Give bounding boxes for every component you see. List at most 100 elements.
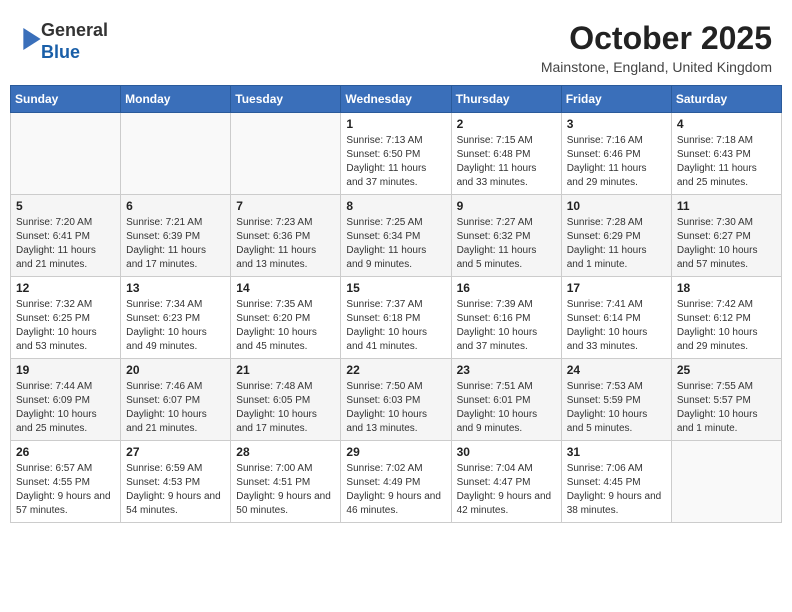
day-number: 24 bbox=[567, 363, 666, 377]
title-area: October 2025 Mainstone, England, United … bbox=[541, 20, 772, 75]
day-info: Sunrise: 6:57 AMSunset: 4:55 PMDaylight:… bbox=[16, 462, 115, 518]
day-info: Sunrise: 7:44 AMSunset: 6:09 PMDaylight:… bbox=[16, 380, 115, 436]
calendar-cell: 8Sunrise: 7:25 AMSunset: 6:34 PMDaylight… bbox=[341, 195, 451, 277]
day-number: 17 bbox=[567, 281, 666, 295]
day-number: 26 bbox=[16, 445, 115, 459]
week-row-3: 12Sunrise: 7:32 AMSunset: 6:25 PMDayligh… bbox=[11, 277, 782, 359]
day-info: Sunrise: 7:00 AMSunset: 4:51 PMDaylight:… bbox=[236, 462, 335, 518]
day-info: Sunrise: 7:50 AMSunset: 6:03 PMDaylight:… bbox=[346, 380, 445, 436]
day-info: Sunrise: 7:34 AMSunset: 6:23 PMDaylight:… bbox=[126, 298, 225, 354]
logo: General Blue bbox=[20, 20, 108, 63]
weekday-header-wednesday: Wednesday bbox=[341, 86, 451, 113]
calendar-cell: 12Sunrise: 7:32 AMSunset: 6:25 PMDayligh… bbox=[11, 277, 121, 359]
calendar-cell: 13 Sunrise: 7:34 AMSunset: 6:23 PMDayligh… bbox=[121, 277, 231, 359]
day-info: Sunrise: 7:16 AMSunset: 6:46 PMDaylight:… bbox=[567, 134, 666, 190]
calendar-cell: 16 Sunrise: 7:39 AMSunset: 6:16 PMDayligh… bbox=[451, 277, 561, 359]
week-row-1: 1Sunrise: 7:13 AMSunset: 6:50 PMDaylight… bbox=[11, 113, 782, 195]
calendar-cell: 26 Sunrise: 6:57 AMSunset: 4:55 PMDayligh… bbox=[11, 441, 121, 523]
weekday-header-monday: Monday bbox=[121, 86, 231, 113]
month-title: October 2025 bbox=[541, 20, 772, 57]
calendar-cell: 28Sunrise: 7:00 AMSunset: 4:51 PMDayligh… bbox=[231, 441, 341, 523]
weekday-header-thursday: Thursday bbox=[451, 86, 561, 113]
day-info: Sunrise: 7:39 AMSunset: 6:16 PMDaylight:… bbox=[457, 298, 556, 354]
day-number: 11 bbox=[677, 199, 776, 213]
day-number: 15 bbox=[346, 281, 445, 295]
location: Mainstone, England, United Kingdom bbox=[541, 59, 772, 75]
calendar-cell: 19 Sunrise: 7:44 AMSunset: 6:09 PMDayligh… bbox=[11, 359, 121, 441]
day-number: 16 bbox=[457, 281, 556, 295]
day-number: 3 bbox=[567, 117, 666, 131]
calendar-cell: 6 Sunrise: 7:21 AMSunset: 6:39 PMDaylight… bbox=[121, 195, 231, 277]
calendar-cell: 3 Sunrise: 7:16 AMSunset: 6:46 PMDaylight… bbox=[561, 113, 671, 195]
calendar-cell: 5Sunrise: 7:20 AMSunset: 6:41 PMDaylight… bbox=[11, 195, 121, 277]
day-info: Sunrise: 7:21 AMSunset: 6:39 PMDaylight:… bbox=[126, 216, 225, 272]
weekday-header-row: SundayMondayTuesdayWednesdayThursdayFrid… bbox=[11, 86, 782, 113]
weekday-header-friday: Friday bbox=[561, 86, 671, 113]
day-info: Sunrise: 7:53 AMSunset: 5:59 PMDaylight:… bbox=[567, 380, 666, 436]
day-number: 22 bbox=[346, 363, 445, 377]
page-header: General Blue October 2025 Mainstone, Eng… bbox=[10, 10, 782, 80]
week-row-5: 26 Sunrise: 6:57 AMSunset: 4:55 PMDayligh… bbox=[11, 441, 782, 523]
day-number: 8 bbox=[346, 199, 445, 213]
calendar-cell: 11 Sunrise: 7:30 AMSunset: 6:27 PMDayligh… bbox=[671, 195, 781, 277]
calendar-cell: 17 Sunrise: 7:41 AMSunset: 6:14 PMDayligh… bbox=[561, 277, 671, 359]
calendar-cell: 2 Sunrise: 7:15 AMSunset: 6:48 PMDaylight… bbox=[451, 113, 561, 195]
day-info: Sunrise: 7:15 AMSunset: 6:48 PMDaylight:… bbox=[457, 134, 556, 190]
day-number: 13 bbox=[126, 281, 225, 295]
day-info: Sunrise: 7:48 AMSunset: 6:05 PMDaylight:… bbox=[236, 380, 335, 436]
day-info: Sunrise: 7:28 AMSunset: 6:29 PMDaylight:… bbox=[567, 216, 666, 272]
weekday-header-sunday: Sunday bbox=[11, 86, 121, 113]
day-info: Sunrise: 7:37 AMSunset: 6:18 PMDaylight:… bbox=[346, 298, 445, 354]
calendar-cell: 29Sunrise: 7:02 AMSunset: 4:49 PMDayligh… bbox=[341, 441, 451, 523]
calendar-cell: 14Sunrise: 7:35 AMSunset: 6:20 PMDayligh… bbox=[231, 277, 341, 359]
day-info: Sunrise: 7:18 AMSunset: 6:43 PMDaylight:… bbox=[677, 134, 776, 190]
day-number: 31 bbox=[567, 445, 666, 459]
day-info: Sunrise: 7:41 AMSunset: 6:14 PMDaylight:… bbox=[567, 298, 666, 354]
day-number: 6 bbox=[126, 199, 225, 213]
day-info: Sunrise: 7:42 AMSunset: 6:12 PMDaylight:… bbox=[677, 298, 776, 354]
day-number: 14 bbox=[236, 281, 335, 295]
calendar-cell: 20Sunrise: 7:46 AMSunset: 6:07 PMDayligh… bbox=[121, 359, 231, 441]
calendar-cell: 10Sunrise: 7:28 AMSunset: 6:29 PMDayligh… bbox=[561, 195, 671, 277]
week-row-2: 5Sunrise: 7:20 AMSunset: 6:41 PMDaylight… bbox=[11, 195, 782, 277]
calendar-cell: 15 Sunrise: 7:37 AMSunset: 6:18 PMDayligh… bbox=[341, 277, 451, 359]
day-number: 1 bbox=[346, 117, 445, 131]
day-number: 2 bbox=[457, 117, 556, 131]
weekday-header-saturday: Saturday bbox=[671, 86, 781, 113]
day-info: Sunrise: 7:30 AMSunset: 6:27 PMDaylight:… bbox=[677, 216, 776, 272]
calendar-cell: 22 Sunrise: 7:50 AMSunset: 6:03 PMDayligh… bbox=[341, 359, 451, 441]
day-info: Sunrise: 7:06 AMSunset: 4:45 PMDaylight:… bbox=[567, 462, 666, 518]
calendar-cell: 1Sunrise: 7:13 AMSunset: 6:50 PMDaylight… bbox=[341, 113, 451, 195]
calendar-cell: 21 Sunrise: 7:48 AMSunset: 6:05 PMDayligh… bbox=[231, 359, 341, 441]
calendar-cell: 9 Sunrise: 7:27 AMSunset: 6:32 PMDaylight… bbox=[451, 195, 561, 277]
calendar-cell: 23Sunrise: 7:51 AMSunset: 6:01 PMDayligh… bbox=[451, 359, 561, 441]
day-number: 7 bbox=[236, 199, 335, 213]
day-number: 12 bbox=[16, 281, 115, 295]
week-row-4: 19 Sunrise: 7:44 AMSunset: 6:09 PMDayligh… bbox=[11, 359, 782, 441]
calendar-cell: 7Sunrise: 7:23 AMSunset: 6:36 PMDaylight… bbox=[231, 195, 341, 277]
day-number: 23 bbox=[457, 363, 556, 377]
calendar-cell: 4Sunrise: 7:18 AMSunset: 6:43 PMDaylight… bbox=[671, 113, 781, 195]
calendar-cell: 25 Sunrise: 7:55 AMSunset: 5:57 PMDayligh… bbox=[671, 359, 781, 441]
day-number: 30 bbox=[457, 445, 556, 459]
day-number: 5 bbox=[16, 199, 115, 213]
day-number: 9 bbox=[457, 199, 556, 213]
weekday-header-tuesday: Tuesday bbox=[231, 86, 341, 113]
calendar-cell: 31 Sunrise: 7:06 AMSunset: 4:45 PMDayligh… bbox=[561, 441, 671, 523]
calendar-cell bbox=[231, 113, 341, 195]
calendar-cell bbox=[121, 113, 231, 195]
day-info: Sunrise: 7:46 AMSunset: 6:07 PMDaylight:… bbox=[126, 380, 225, 436]
calendar-cell bbox=[671, 441, 781, 523]
day-number: 27 bbox=[126, 445, 225, 459]
calendar-cell: 27 Sunrise: 6:59 AMSunset: 4:53 PMDayligh… bbox=[121, 441, 231, 523]
day-info: Sunrise: 7:27 AMSunset: 6:32 PMDaylight:… bbox=[457, 216, 556, 272]
logo-general: General bbox=[41, 20, 108, 40]
day-number: 21 bbox=[236, 363, 335, 377]
logo-blue: Blue bbox=[41, 42, 80, 62]
day-number: 25 bbox=[677, 363, 776, 377]
calendar-cell: 24 Sunrise: 7:53 AMSunset: 5:59 PMDayligh… bbox=[561, 359, 671, 441]
day-info: Sunrise: 6:59 AMSunset: 4:53 PMDaylight:… bbox=[126, 462, 225, 518]
day-number: 19 bbox=[16, 363, 115, 377]
calendar-cell bbox=[11, 113, 121, 195]
day-info: Sunrise: 7:55 AMSunset: 5:57 PMDaylight:… bbox=[677, 380, 776, 436]
